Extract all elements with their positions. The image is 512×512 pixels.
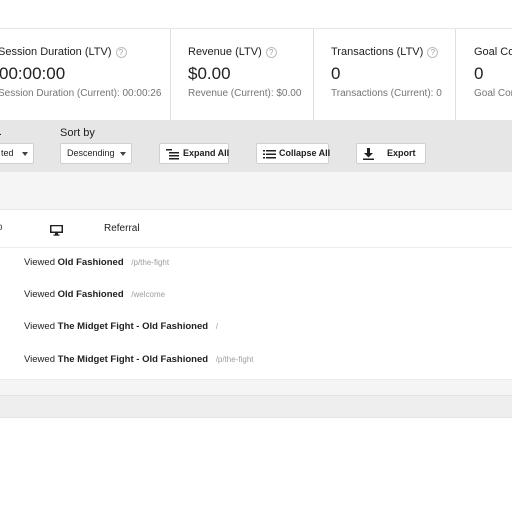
expand-all-button[interactable]: Expand All [159, 143, 229, 164]
metric-value: 00:00:00 [0, 64, 66, 83]
sort-select[interactable]: Descending [60, 143, 132, 164]
metric-sub: Revenue (Current): $0.00 [188, 88, 302, 99]
divider [455, 29, 456, 120]
sort-label: Sort by [60, 127, 95, 139]
chevron-down-icon [120, 152, 126, 156]
hit-title: The Midget Fight - Old Fashioned [57, 321, 209, 332]
export-button[interactable]: Export [356, 143, 426, 164]
divider [170, 29, 171, 120]
metrics-bar: Session Duration (LTV)? 00:00:00 Session… [0, 29, 512, 120]
hit-path: /p/the-fight [131, 258, 170, 267]
top-strip [0, 0, 512, 29]
collapse-all-label: Collapse All [279, 148, 331, 158]
divider [313, 29, 314, 120]
next-date-band[interactable] [0, 395, 512, 418]
activity-toolbar: - ted Sort by Descending Expand All [0, 120, 512, 172]
metric-label: Transactions (LTV)? [331, 46, 439, 58]
list-item[interactable]: Viewed Old Fashioned /p/the-fight [24, 257, 169, 277]
list-item[interactable]: Viewed The Midget Fight - Old Fashioned … [24, 354, 254, 374]
hit-title: The Midget Fight - Old Fashioned [57, 354, 209, 365]
metric-revenue: Revenue (LTV)? $0.00 Revenue (Current): … [170, 29, 313, 120]
filter-select[interactable]: ted [0, 143, 34, 164]
metric-session-duration: Session Duration (LTV)? 00:00:00 Session… [0, 29, 170, 120]
metric-transactions: Transactions (LTV)? 0 Transactions (Curr… [313, 29, 455, 120]
metric-label: Goal Co [474, 46, 512, 58]
collapse-all-button[interactable]: Collapse All [256, 143, 331, 167]
metric-label: Revenue (LTV)? [188, 46, 277, 58]
filter-select-value: ted [1, 148, 14, 158]
metric-sub: Session Duration (Current): 00:00:26 [0, 88, 162, 99]
hit-verb: Viewed [24, 257, 55, 268]
session-header[interactable]: o Referral [0, 210, 512, 248]
hit-title: Old Fashioned [57, 257, 124, 268]
metric-value: $0.00 [188, 64, 231, 83]
help-icon[interactable]: ? [265, 47, 277, 58]
filter-label-clipped: - [0, 125, 2, 141]
sort-select-value: Descending [67, 148, 115, 158]
hit-title: Old Fashioned [57, 289, 124, 300]
help-icon[interactable]: ? [427, 47, 439, 58]
metric-sub: Transactions (Current): 0 [331, 88, 442, 99]
expand-list-icon [166, 148, 179, 167]
metric-sub: Goal Con [474, 88, 512, 99]
metric-value: 0 [331, 64, 341, 83]
date-group-band [0, 172, 512, 210]
session-channel: Referral [104, 223, 140, 234]
session-clipped-text: o [0, 222, 3, 233]
list-item[interactable]: Viewed The Midget Fight - Old Fashioned … [24, 321, 218, 341]
list-item[interactable]: Viewed Old Fashioned /welcome [24, 289, 165, 309]
help-icon[interactable]: ? [115, 47, 127, 58]
metric-goal-conversions: Goal Co 0 Goal Con [455, 29, 512, 120]
hit-verb: Viewed [24, 321, 55, 332]
desktop-icon [50, 223, 63, 241]
hit-verb: Viewed [24, 354, 55, 365]
hit-path: /welcome [131, 290, 166, 299]
chevron-down-icon [22, 152, 28, 156]
metric-label: Session Duration (LTV)? [0, 46, 127, 58]
export-label: Export [387, 148, 416, 158]
expand-all-label: Expand All [183, 148, 230, 158]
session-footer-band [0, 379, 512, 395]
metric-value: 0 [474, 64, 484, 83]
hit-path: / [215, 322, 218, 331]
hit-verb: Viewed [24, 289, 55, 300]
hit-path: /p/the-fight [215, 355, 254, 364]
collapse-list-icon [263, 148, 276, 167]
download-icon [363, 148, 374, 167]
